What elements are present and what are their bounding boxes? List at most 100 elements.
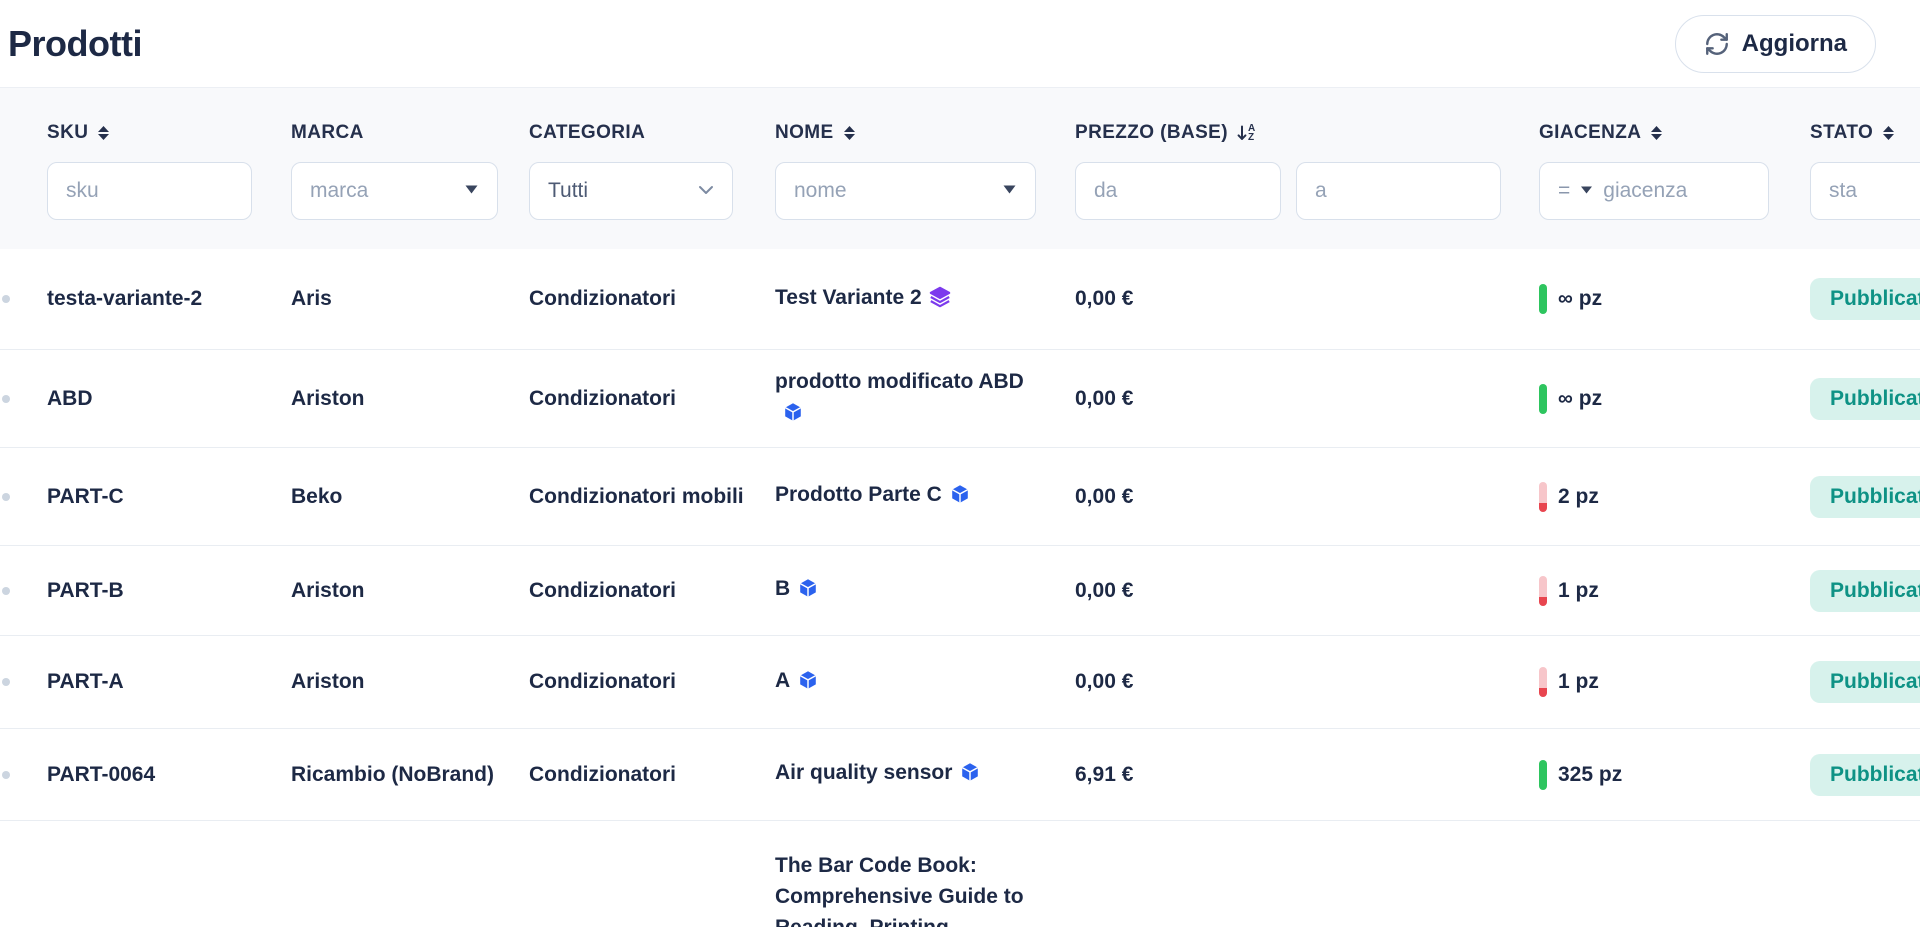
package-cube-icon — [797, 577, 819, 608]
categoria-filter-select[interactable]: Tutti — [529, 162, 733, 220]
nome-filter-placeholder: nome — [794, 179, 992, 203]
giacenza-filter-box: = — [1539, 162, 1769, 220]
sku-filter-input[interactable] — [66, 179, 233, 203]
status-badge: Pubblicato — [1810, 661, 1920, 703]
sort-icon — [843, 125, 856, 141]
sku-filter-box — [47, 162, 252, 220]
cell-prezzo: 0,00 € — [1075, 387, 1539, 411]
table-row[interactable]: ABD Ariston Condizionatori prodotto modi… — [0, 350, 1920, 448]
cell-categoria: Condizionatori — [529, 670, 775, 694]
row-handle-dot — [2, 295, 10, 303]
cell-sku: PART-C — [47, 485, 291, 509]
sort-icon — [97, 125, 110, 141]
cell-stato: Pubblicato — [1810, 378, 1920, 420]
nome-filter-dropdown[interactable]: nome — [775, 162, 1036, 220]
column-label-stato: STATO — [1810, 122, 1873, 144]
marca-filter-dropdown[interactable]: marca — [291, 162, 498, 220]
cell-nome: Air quality sensor — [775, 757, 1027, 792]
stato-filter-placeholder: sta — [1829, 179, 1920, 203]
giacenza-operator[interactable]: = — [1558, 179, 1570, 203]
package-cube-icon — [797, 669, 819, 700]
table-row[interactable]: PART-C Beko Condizionatori mobili Prodot… — [0, 448, 1920, 546]
status-badge: Pubblicato — [1810, 754, 1920, 796]
cell-giacenza: ∞ pz — [1539, 384, 1810, 414]
stato-filter-dropdown[interactable]: sta — [1810, 162, 1920, 220]
categoria-filter-value: Tutti — [548, 179, 688, 203]
stock-level-bar — [1539, 760, 1547, 790]
column-header-row: SKU MARCA CATEGORIA NOME PREZZO (BASE) A… — [0, 122, 1920, 144]
product-name: A — [775, 669, 790, 692]
table-row[interactable]: The Bar Code Book: Comprehensive Guide t… — [0, 821, 1920, 927]
package-cube-icon — [959, 761, 981, 792]
package-cube-icon — [782, 401, 804, 432]
cell-sku: PART-0064 — [47, 763, 291, 787]
cell-nome: The Bar Code Book: Comprehensive Guide t… — [775, 850, 1027, 927]
cell-categoria: Condizionatori — [529, 387, 775, 411]
cell-categoria: Condizionatori mobili — [529, 485, 775, 509]
stock-level-bar — [1539, 667, 1547, 697]
column-label-nome: NOME — [775, 122, 834, 144]
cell-nome: B — [775, 573, 1027, 608]
stock-quantity: 325 pz — [1558, 763, 1622, 787]
prezzo-da-filter-input[interactable] — [1094, 179, 1262, 203]
product-name: B — [775, 577, 790, 600]
cell-sku: PART-A — [47, 670, 291, 694]
refresh-button[interactable]: Aggiorna — [1675, 15, 1876, 73]
status-badge: Pubblicato — [1810, 476, 1920, 518]
stock-quantity: ∞ pz — [1558, 387, 1602, 411]
cell-nome: Prodotto Parte C — [775, 479, 1027, 514]
stock-level-bar — [1539, 284, 1547, 314]
variants-layers-icon — [929, 286, 951, 317]
column-header-sku[interactable]: SKU — [47, 122, 291, 144]
column-header-marca: MARCA — [291, 122, 529, 144]
table-row[interactable]: testa-variante-2 Aris Condizionatori Tes… — [0, 249, 1920, 350]
row-handle-dot — [2, 493, 10, 501]
cell-stato: Pubblicato — [1810, 570, 1920, 612]
cell-stato: Pubblicato — [1810, 278, 1920, 320]
column-header-stato[interactable]: STATO — [1810, 122, 1920, 144]
status-badge: Pubblicato — [1810, 378, 1920, 420]
status-badge: Pubblicato — [1810, 278, 1920, 320]
cell-marca: Ariston — [291, 670, 529, 694]
cell-categoria: Condizionatori — [529, 579, 775, 603]
refresh-button-label: Aggiorna — [1742, 30, 1847, 58]
cell-prezzo: 0,00 € — [1075, 287, 1539, 311]
table-row[interactable]: PART-B Ariston Condizionatori B 0,00 € 1… — [0, 546, 1920, 636]
row-handle-dot — [2, 678, 10, 686]
column-label-sku: SKU — [47, 122, 88, 144]
column-label-categoria: CATEGORIA — [529, 122, 645, 144]
giacenza-filter-input[interactable] — [1603, 179, 1750, 203]
cell-nome: prodotto modificato ABD — [775, 366, 1027, 432]
cell-marca: Aris — [291, 287, 529, 311]
product-name: Prodotto Parte C — [775, 483, 942, 506]
cell-categoria: Condizionatori — [529, 763, 775, 787]
row-handle-dot — [2, 587, 10, 595]
column-header-prezzo[interactable]: PREZZO (BASE) AZ — [1075, 122, 1539, 144]
caret-down-icon[interactable] — [1580, 182, 1593, 200]
sort-icon — [1650, 125, 1663, 141]
product-name: prodotto modificato ABD — [775, 370, 1024, 393]
filter-row: marca Tutti nome — [0, 162, 1920, 220]
prezzo-a-filter-box — [1296, 162, 1501, 220]
chevron-down-icon — [698, 182, 714, 200]
column-label-giacenza: GIACENZA — [1539, 122, 1641, 144]
caret-down-icon — [464, 182, 479, 200]
column-header-nome[interactable]: NOME — [775, 122, 1075, 144]
prezzo-a-filter-input[interactable] — [1315, 179, 1482, 203]
cell-marca: Beko — [291, 485, 529, 509]
column-label-marca: MARCA — [291, 122, 364, 144]
cell-giacenza: 2 pz — [1539, 482, 1810, 512]
table-row[interactable]: PART-0064 Ricambio (NoBrand) Condizionat… — [0, 729, 1920, 821]
stock-quantity: 1 pz — [1558, 670, 1599, 694]
row-handle-dot — [2, 395, 10, 403]
cell-sku: ABD — [47, 387, 291, 411]
cell-giacenza: 1 pz — [1539, 576, 1810, 606]
stock-level-bar — [1539, 482, 1547, 512]
row-handle-dot — [2, 771, 10, 779]
cell-prezzo: 0,00 € — [1075, 485, 1539, 509]
cell-marca: Ariston — [291, 579, 529, 603]
refresh-icon — [1704, 31, 1730, 57]
table-row[interactable]: PART-A Ariston Condizionatori A 0,00 € 1… — [0, 636, 1920, 729]
column-header-giacenza[interactable]: GIACENZA — [1539, 122, 1810, 144]
cell-nome: Test Variante 2 — [775, 282, 1027, 317]
